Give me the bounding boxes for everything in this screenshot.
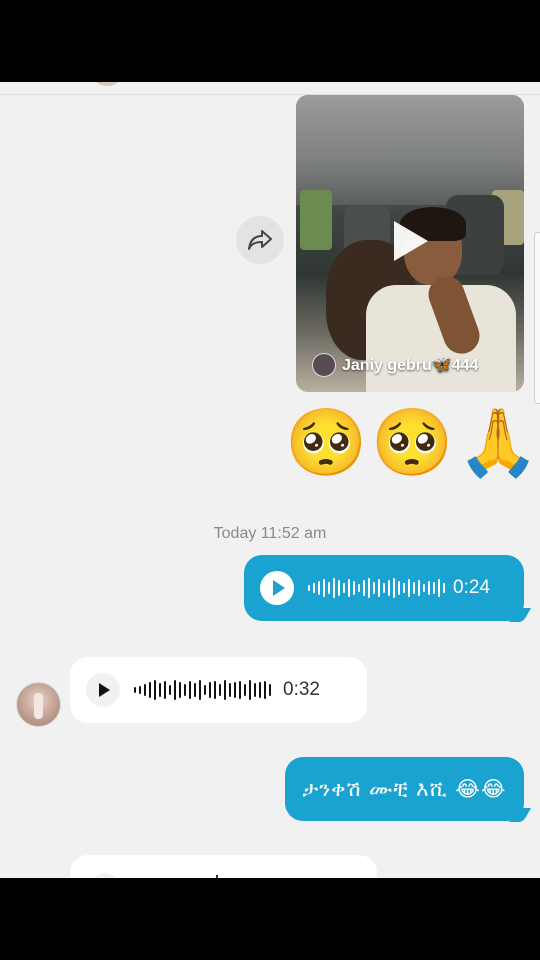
share-button[interactable]: [236, 216, 284, 264]
waveform-bar: [234, 682, 236, 698]
waveform-bar: [169, 685, 171, 695]
waveform-bar: [403, 583, 405, 593]
waveform-bar: [229, 683, 231, 697]
waveform-bar: [418, 580, 420, 596]
creator-name: Janiy gebru🦋444: [342, 357, 479, 374]
chat-thread[interactable]: Janiy gebru🦋444 🥺 🥺 🙏 Today 11:52 am 0:2…: [0, 82, 540, 878]
waveform-bar: [438, 579, 440, 597]
voice-duration: 0:24: [453, 577, 490, 598]
play-icon: [272, 580, 285, 596]
waveform-bar: [343, 583, 345, 593]
waveform-bar: [184, 684, 186, 696]
waveform-bar: [328, 582, 330, 594]
waveform-bar: [194, 683, 196, 697]
waveform-bar: [368, 578, 370, 598]
waveform-bar: [139, 686, 141, 694]
waveform-bar: [214, 681, 216, 699]
bottom-black-bar: [0, 878, 540, 960]
shared-video-card[interactable]: Janiy gebru🦋444: [296, 95, 524, 392]
waveform-bar: [398, 581, 400, 595]
waveform-bar: [373, 582, 375, 594]
message-timestamp: Today 11:52 am: [213, 525, 327, 542]
waveform-bar: [154, 680, 156, 700]
waveform-bar: [149, 682, 151, 698]
waveform-bar: [144, 684, 146, 696]
waveform-bar: [338, 580, 340, 596]
waveform-bar: [428, 581, 430, 595]
waveform-bar: [318, 581, 320, 595]
creator-avatar: [312, 353, 336, 377]
waveform-bar: [363, 580, 365, 596]
waveform-bar: [164, 681, 166, 699]
waveform-bar: [383, 583, 385, 593]
voice-duration: 0:32: [283, 679, 320, 700]
waveform-bar: [413, 582, 415, 594]
emoji-message[interactable]: 🥺 🥺 🙏: [285, 404, 540, 482]
waveform-bar: [224, 680, 226, 700]
waveform-bar: [209, 682, 211, 698]
waveform-bar: [179, 682, 181, 698]
scroll-indicator[interactable]: [534, 232, 540, 404]
voice-play-button[interactable]: [260, 571, 294, 605]
waveform-bar: [174, 680, 176, 700]
folded-hands-emoji: 🙏: [457, 404, 540, 481]
waveform-bar: [204, 685, 206, 695]
voice-waveform: [308, 578, 445, 598]
waveform-bar: [264, 681, 266, 699]
waveform-bar: [189, 681, 191, 699]
waveform-bar: [323, 579, 325, 597]
waveform-bar: [313, 583, 315, 593]
waveform-bar: [259, 682, 261, 698]
waveform-bar: [388, 580, 390, 596]
play-icon: [99, 683, 110, 697]
waveform-bar: [244, 684, 246, 696]
waveform-bar: [333, 578, 335, 598]
waveform-bar: [433, 582, 435, 594]
share-arrow-icon: [248, 230, 272, 250]
pleading-face-emoji: 🥺: [285, 404, 368, 481]
outgoing-voice-message[interactable]: 0:24: [244, 555, 532, 622]
waveform-bar: [378, 579, 380, 597]
waveform-bar: [249, 680, 251, 700]
outgoing-text-message[interactable]: ታንቀሽ ሙቺ እሺ 😂😂: [285, 757, 532, 822]
incoming-voice-message[interactable]: [70, 855, 377, 878]
video-caption: Janiy gebru🦋444: [312, 353, 478, 377]
waveform-bar: [443, 583, 445, 593]
voice-play-button[interactable]: [86, 673, 120, 707]
incoming-voice-message[interactable]: 0:32: [70, 657, 367, 723]
pleading-face-emoji: 🥺: [371, 404, 454, 481]
waveform-bar: [393, 578, 395, 598]
top-black-bar: [0, 0, 540, 82]
waveform-bar: [219, 684, 221, 696]
waveform-bar: [348, 579, 350, 597]
play-icon[interactable]: [394, 221, 428, 261]
waveform-bar: [353, 581, 355, 595]
waveform-bar: [239, 681, 241, 699]
waveform-bar: [308, 585, 310, 591]
waveform-bar: [159, 683, 161, 697]
waveform-bar: [269, 684, 271, 696]
voice-waveform: [134, 680, 271, 700]
video-thumbnail: [296, 95, 524, 205]
waveform-bar: [254, 683, 256, 697]
waveform-bar: [199, 680, 201, 700]
message-text: ታንቀሽ ሙቺ እሺ 😂😂: [302, 776, 507, 801]
waveform-bar: [423, 584, 425, 592]
waveform-bar: [358, 584, 360, 592]
waveform-bar: [408, 579, 410, 597]
header-avatar: [92, 82, 122, 86]
sender-avatar[interactable]: [16, 682, 61, 727]
waveform-bar: [134, 687, 136, 693]
